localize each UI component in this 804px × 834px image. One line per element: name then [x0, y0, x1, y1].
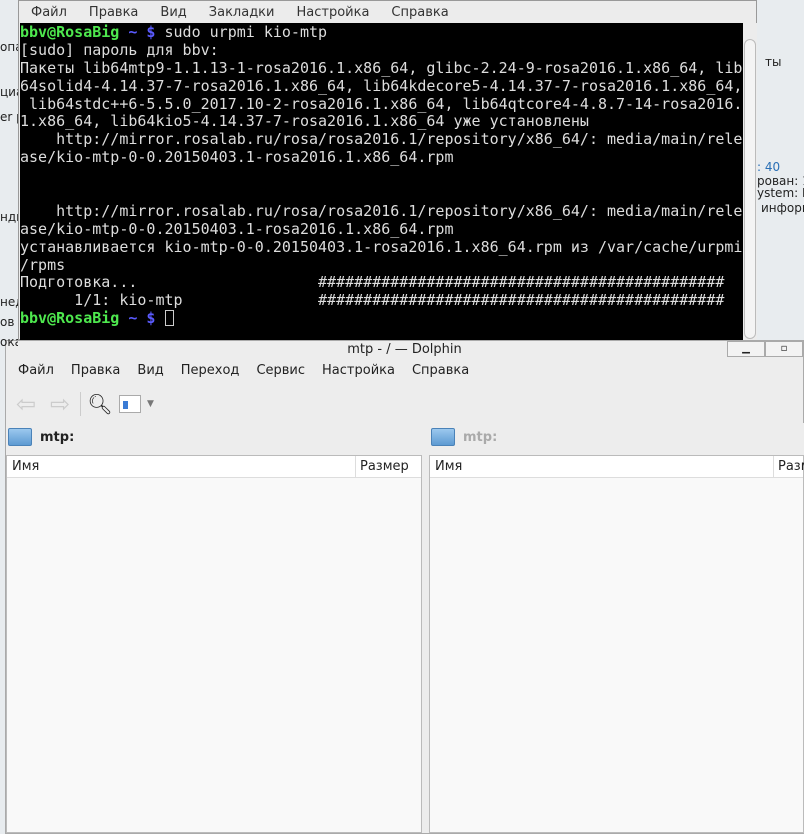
output-line: 1/1: kio-mtp ###########################… [20, 291, 725, 310]
background-text: ов [0, 315, 15, 329]
menu-file[interactable]: Файл [31, 5, 67, 20]
background-text: ystem: Ro [757, 186, 804, 200]
output-line: lib64stdc++6-5.5.0_2017.10-2-rosa2016.1.… [20, 94, 743, 113]
left-panel[interactable]: mtp: Имя Размер [6, 423, 422, 833]
output-line: Подготовка... ##########################… [20, 273, 725, 292]
background-text: : 40 [757, 160, 781, 174]
background-text: информа [761, 201, 804, 215]
background-text: циа. [0, 85, 18, 99]
background-text: нды [0, 210, 18, 224]
search-icon[interactable]: 🔍︎ [87, 392, 113, 416]
output-line: ase/kio-mtp-0-0.20150403.1-rosa2016.1.x8… [20, 148, 454, 167]
toolbar: ⇦ ⇨ 🔍︎ ▼ [12, 389, 154, 419]
view-mode-icon[interactable] [119, 395, 141, 413]
output-line: Пакеты lib64mtp9-1.1.13-1-rosa2016.1.x86… [20, 58, 743, 77]
column-name[interactable]: Имя [7, 456, 355, 477]
right-panel[interactable]: mtp: ИмяРазмер [429, 423, 804, 833]
dolphin-menubar: Файл Правка Вид Переход Сервис Настройка… [18, 363, 486, 378]
output-line: /rpms [20, 255, 66, 274]
menu-go[interactable]: Переход [181, 363, 240, 378]
window-title: mtp - / — Dolphin [347, 342, 462, 357]
file-view[interactable]: ИмяРазмер [6, 455, 422, 833]
command: sudo urpmi kio-mtp [155, 23, 328, 41]
maximize-button[interactable]: ▫ [765, 341, 803, 357]
output-line: ase/kio-mtp-0-0.20150403.1-rosa2016.1.x8… [20, 219, 454, 238]
column-name[interactable]: Имя [430, 456, 773, 477]
folder-icon [431, 428, 455, 446]
menu-edit[interactable]: Правка [89, 5, 138, 20]
toolbar-separator [80, 392, 81, 416]
background-text: опа [0, 40, 18, 54]
menu-settings[interactable]: Настройка [296, 5, 369, 20]
panel-splitter[interactable] [422, 423, 429, 833]
terminal-window[interactable]: Файл Правка Вид Закладки Настройка Справ… [18, 0, 757, 340]
text-cursor [164, 310, 174, 327]
menu-edit[interactable]: Правка [71, 363, 120, 378]
menu-tools[interactable]: Сервис [256, 363, 305, 378]
command-line: bbv@RosaBig ~ $ sudo urpmi kio-mtp [20, 23, 743, 42]
terminal-scrollbar[interactable] [743, 23, 757, 340]
forward-arrow-icon[interactable]: ⇨ [46, 392, 74, 416]
output-line: http://mirror.rosalab.ru/rosa/rosa2016.1… [20, 130, 743, 149]
output-line: [sudo] пароль для bbv: [20, 40, 219, 59]
minimize-button[interactable]: ▁ [727, 341, 765, 357]
prompt-user: bbv@RosaBig [20, 23, 120, 41]
output-line: 1.x86_64, lib64kio5-4.14.37-7-rosa2016.1… [20, 112, 589, 131]
output-line: 64solid4-4.14.37-7-rosa2016.1.x86_64, li… [20, 76, 743, 95]
background-text: ты [765, 55, 782, 69]
background-text: нед [0, 295, 18, 309]
column-size[interactable]: Размер [355, 456, 421, 477]
output-line: устанавливается kio-mtp-0-0.20150403.1-r… [20, 237, 743, 256]
terminal-output[interactable]: bbv@RosaBig ~ $ sudo urpmi kio-mtp [sudo… [20, 23, 743, 340]
command-line: bbv@RosaBig ~ $ [20, 309, 743, 328]
menu-settings[interactable]: Настройка [322, 363, 395, 378]
menu-file[interactable]: Файл [18, 363, 54, 378]
scrollbar-thumb[interactable] [744, 39, 756, 339]
file-view[interactable]: ИмяРазмер [429, 455, 804, 833]
location-label[interactable]: mtp: [40, 430, 74, 445]
background-text: er р [0, 110, 18, 124]
menu-bookmarks[interactable]: Закладки [209, 5, 275, 20]
back-arrow-icon[interactable]: ⇦ [12, 392, 40, 416]
prompt-dir: ~ $ [128, 309, 156, 328]
dolphin-window[interactable]: mtp - / — Dolphin ▁ ▫ Файл Правка Вид Пе… [5, 340, 804, 834]
folder-icon [8, 428, 32, 446]
menu-help[interactable]: Справка [391, 5, 448, 20]
output-line: http://mirror.rosalab.ru/rosa/rosa2016.1… [20, 201, 743, 220]
prompt-dir: ~ $ [128, 23, 156, 41]
prompt-user: bbv@RosaBig [20, 309, 120, 328]
menu-help[interactable]: Справка [412, 363, 469, 378]
terminal-menubar: Файл Правка Вид Закладки Настройка Справ… [19, 1, 756, 23]
location-label[interactable]: mtp: [463, 430, 497, 445]
chevron-down-icon[interactable]: ▼ [147, 399, 154, 409]
menu-view[interactable]: Вид [160, 5, 186, 20]
menu-view[interactable]: Вид [137, 363, 163, 378]
background-text: ока [0, 335, 18, 349]
column-size[interactable]: Размер [773, 456, 804, 477]
